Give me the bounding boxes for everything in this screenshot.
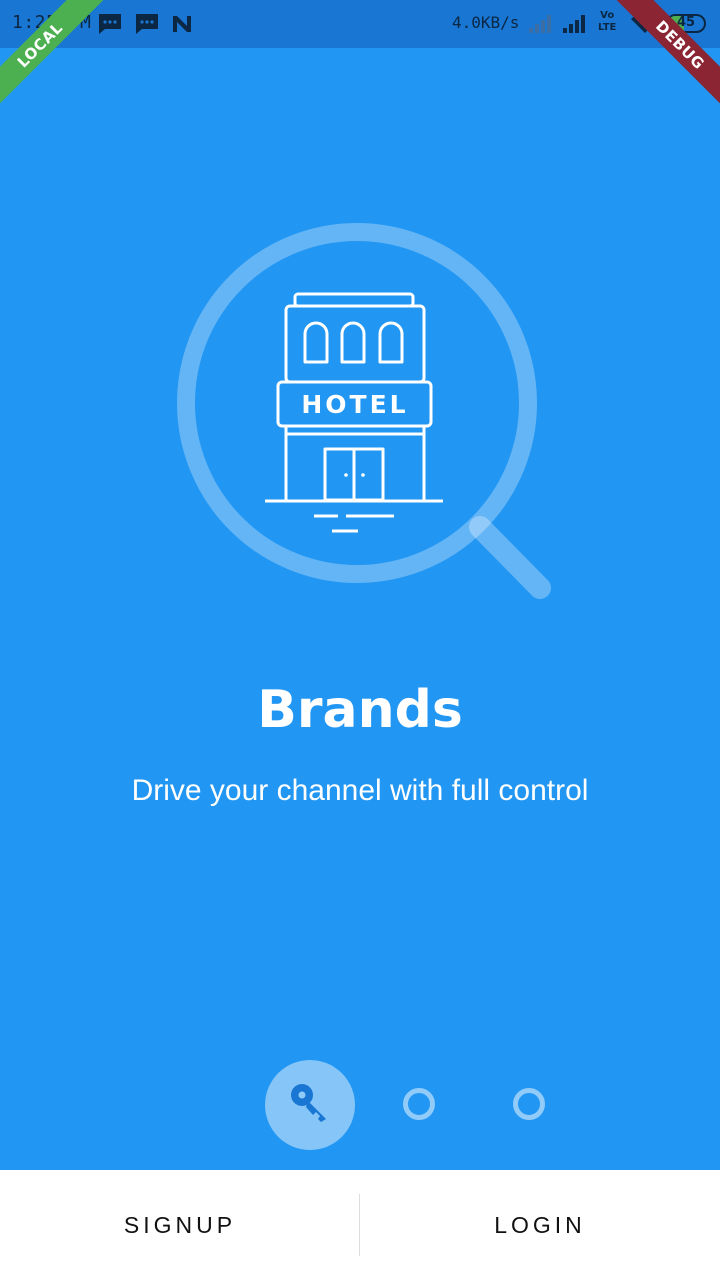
bottom-action-bar: SIGNUP LOGIN: [0, 1170, 720, 1280]
signal-icon: [562, 12, 590, 38]
page-indicator-dot[interactable]: [403, 1088, 435, 1120]
status-bar: 1:25 PM 4.0KB/s Vo LTE 45: [0, 0, 720, 48]
n-app-icon: [170, 12, 194, 40]
hotel-sign-text: HOTEL: [301, 390, 408, 419]
network-speed: 4.0KB/s: [452, 13, 520, 32]
hotel-search-icon: HOTEL: [170, 220, 560, 610]
message-icon: [134, 12, 160, 40]
page-subtitle: Drive your channel with full control: [131, 774, 589, 807]
key-icon: [288, 1081, 332, 1129]
volte-indicator: Vo LTE: [598, 10, 617, 33]
signal-icon: [528, 12, 554, 38]
signup-button[interactable]: SIGNUP: [0, 1170, 360, 1280]
page-indicator-dot[interactable]: [513, 1088, 545, 1120]
message-icon: [97, 12, 123, 40]
page-title: Brands: [257, 680, 463, 740]
login-button[interactable]: LOGIN: [360, 1170, 720, 1280]
page-indicator-active[interactable]: [265, 1060, 355, 1150]
